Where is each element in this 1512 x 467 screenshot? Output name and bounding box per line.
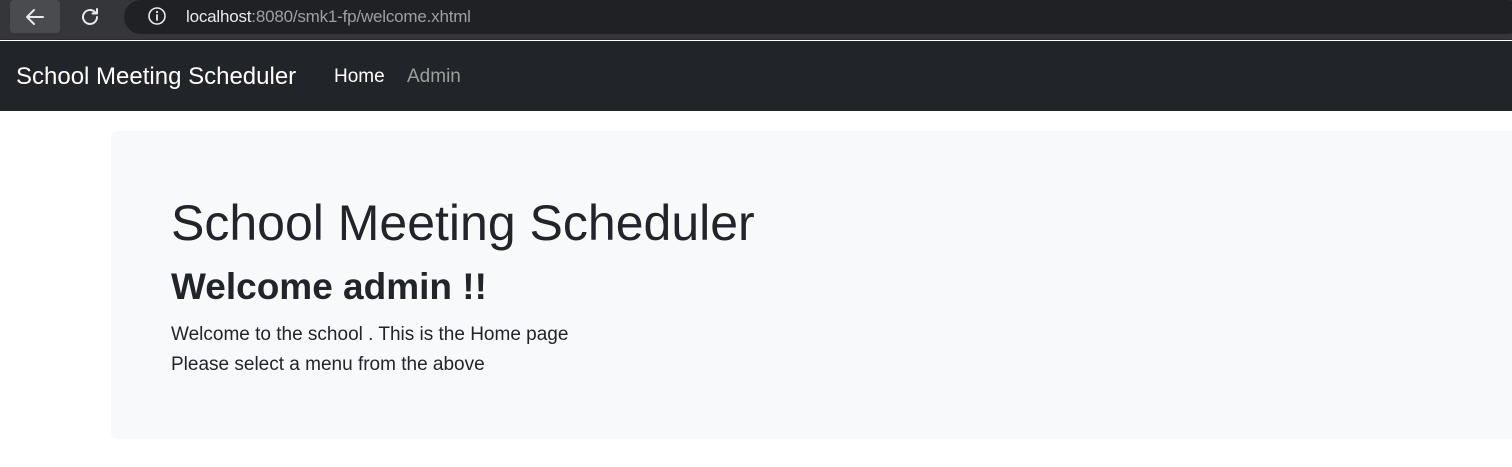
navbar-brand[interactable]: School Meeting Scheduler — [16, 61, 296, 93]
back-button[interactable] — [10, 0, 60, 33]
address-bar[interactable]: localhost:8080/smk1-fp/welcome.xhtml — [124, 0, 1512, 34]
instruction-text: Please select a menu from the above — [171, 354, 485, 375]
reload-icon — [82, 7, 98, 25]
intro-text: Welcome to the school . This is the Home… — [171, 324, 569, 345]
info-icon[interactable] — [146, 5, 168, 27]
nav-link-admin[interactable]: Admin — [407, 64, 461, 90]
jumbotron: School Meeting Scheduler Welcome admin !… — [111, 131, 1512, 439]
app-navbar: School Meeting Scheduler Home Admin — [0, 41, 1512, 111]
reload-button[interactable] — [70, 0, 110, 33]
welcome-heading: Welcome admin !! — [171, 266, 487, 307]
url-host: localhost — [186, 7, 252, 26]
page-title: School Meeting Scheduler — [171, 195, 755, 251]
browser-toolbar: localhost:8080/smk1-fp/welcome.xhtml — [0, 0, 1512, 40]
url-text[interactable]: localhost:8080/smk1-fp/welcome.xhtml — [186, 6, 471, 28]
nav-link-home[interactable]: Home — [334, 64, 385, 90]
arrow-left-icon — [26, 8, 44, 25]
url-path: :8080/smk1-fp/welcome.xhtml — [251, 7, 471, 26]
